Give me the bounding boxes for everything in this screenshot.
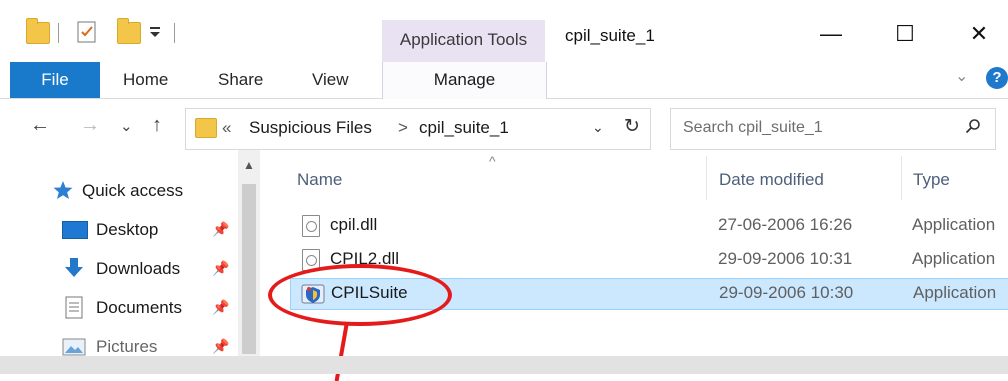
back-button[interactable]: ← (30, 114, 50, 137)
pictures-icon (62, 338, 86, 356)
minimize-button[interactable]: — (808, 18, 854, 50)
column-divider[interactable] (901, 156, 902, 200)
column-header-date-modified[interactable]: Date modified (719, 170, 824, 190)
file-date: 27-06-2006 16:26 (718, 215, 853, 234)
refresh-icon[interactable]: ↻ (624, 115, 640, 138)
search-input[interactable] (683, 119, 953, 137)
tab-file[interactable]: File (10, 62, 100, 98)
address-dropdown-chevron-icon[interactable]: ⌄ (592, 119, 604, 136)
pin-icon[interactable]: 📌 (212, 260, 229, 277)
tab-manage[interactable]: Manage (382, 62, 547, 99)
nav-item-downloads[interactable]: Downloads (96, 254, 180, 284)
properties-icon[interactable] (76, 20, 98, 44)
annotation-circle (268, 264, 452, 326)
nav-item-desktop[interactable]: Desktop (96, 215, 158, 245)
close-button[interactable]: ✕ (956, 18, 1002, 50)
bottom-edge (0, 356, 1008, 374)
search-icon[interactable] (965, 118, 981, 134)
breadcrumb-cpil-suite-1[interactable]: cpil_suite_1 (419, 118, 509, 138)
breadcrumb-suspicious-files[interactable]: Suspicious Files (249, 118, 372, 138)
column-divider[interactable] (706, 156, 707, 200)
separator (58, 23, 59, 43)
file-name: cpil.dll (330, 215, 378, 234)
column-header-name[interactable]: Name (297, 170, 342, 190)
sort-ascending-icon: ^ (489, 153, 496, 169)
pin-icon[interactable]: 📌 (212, 299, 229, 316)
column-header-type[interactable]: Type (913, 170, 950, 190)
recent-locations-chevron-icon[interactable]: ⌄ (120, 117, 133, 135)
pin-icon[interactable]: 📌 (212, 338, 229, 355)
separator (174, 23, 175, 43)
pin-icon[interactable]: 📌 (212, 221, 229, 238)
downloads-icon (65, 258, 83, 277)
tab-share[interactable]: Share (218, 62, 263, 98)
breadcrumb-separator[interactable]: > (398, 118, 408, 138)
help-icon[interactable]: ? (986, 67, 1008, 89)
expand-ribbon-chevron-icon[interactable]: ⌄ (955, 66, 968, 86)
folder-icon[interactable] (26, 18, 50, 44)
desktop-icon (62, 221, 88, 239)
forward-button[interactable]: → (80, 114, 100, 137)
file-date: 29-09-2006 10:30 (719, 283, 854, 302)
folder-icon (195, 118, 217, 138)
customize-quick-access-icon[interactable] (148, 26, 162, 40)
application-tools-context-tab: Application Tools (382, 20, 545, 62)
scroll-up-arrow-icon[interactable]: ▲ (238, 158, 260, 172)
tab-view[interactable]: View (312, 62, 349, 98)
new-folder-icon[interactable] (117, 18, 141, 44)
file-row-cpil-dll[interactable]: cpil.dll 27-06-2006 16:26 Application (290, 210, 1008, 242)
search-box[interactable] (670, 108, 996, 150)
file-type: Application (913, 283, 997, 302)
file-date: 29-09-2006 10:31 (718, 249, 853, 268)
star-icon (53, 181, 73, 199)
nav-item-documents[interactable]: Documents (96, 293, 182, 323)
dll-file-icon (302, 215, 320, 237)
documents-icon (65, 296, 83, 319)
file-type: Application (912, 249, 996, 268)
file-type: Application (912, 215, 996, 234)
tab-home[interactable]: Home (123, 62, 168, 98)
quick-access-label[interactable]: Quick access (82, 176, 183, 206)
maximize-button[interactable]: ☐ (882, 18, 928, 50)
breadcrumb-overflow[interactable]: « (222, 118, 231, 138)
up-button[interactable]: ↑ (152, 114, 162, 137)
scrollbar-thumb[interactable] (242, 184, 256, 354)
window-title: cpil_suite_1 (565, 26, 655, 45)
